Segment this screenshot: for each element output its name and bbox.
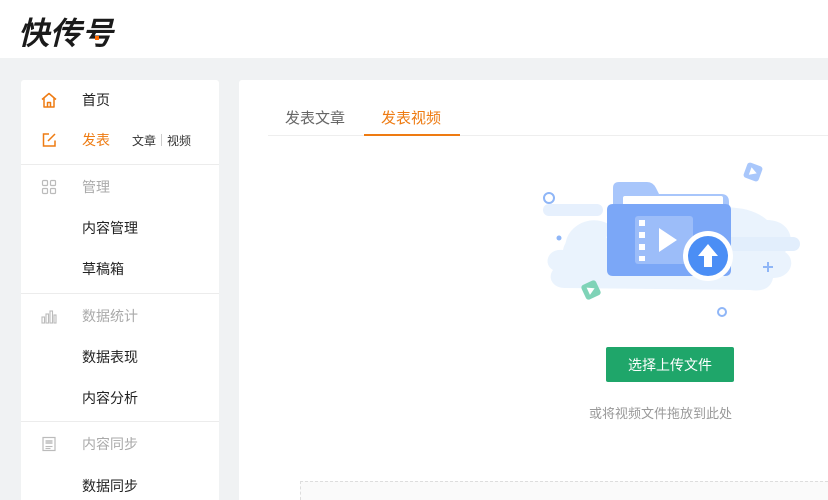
home-icon <box>39 90 59 110</box>
sidebar-item-label: 草稿箱 <box>82 262 124 278</box>
sidebar-group-sync: 内容同步 <box>21 424 219 464</box>
sidebar-divider <box>21 293 219 294</box>
sidebar-item-home[interactable]: 首页 <box>21 80 219 120</box>
sublink-separator <box>161 134 163 146</box>
tab-publish-video[interactable]: 发表视频 <box>381 107 441 128</box>
sidebar-group-manage: 管理 <box>21 167 219 207</box>
sidebar-group-stats: 数据统计 <box>21 296 219 336</box>
video-upload-illustration <box>543 162 800 317</box>
sidebar-item-label: 内容分析 <box>82 391 138 407</box>
active-tab-underline <box>364 134 460 136</box>
select-upload-file-button[interactable]: 选择上传文件 <box>606 347 734 382</box>
sidebar-item-label: 发表 <box>82 133 110 149</box>
sidebar-item-publish[interactable]: 发表 文章 视频 <box>21 120 219 160</box>
brand-logo[interactable]: 快传号 <box>18 8 114 53</box>
sidebar-item-content-manage[interactable]: 内容管理 <box>21 208 219 248</box>
grid-icon <box>39 177 59 197</box>
video-dropzone[interactable] <box>300 481 828 500</box>
publish-tabs: 发表文章 发表视频 <box>268 80 828 136</box>
drag-drop-hint: 或将视频文件拖放到此处 <box>589 407 733 422</box>
sidebar-item-label: 首页 <box>82 93 110 109</box>
sidebar-item-drafts[interactable]: 草稿箱 <box>21 249 219 289</box>
tab-publish-article[interactable]: 发表文章 <box>285 107 345 128</box>
sidebar: 首页 发表 文章 视频 管理 内容管理 草稿箱 数据统计 数据表现 内容分析 内… <box>21 80 219 500</box>
publish-sublinks: 文章 视频 <box>132 132 191 149</box>
sidebar-item-label: 数据表现 <box>82 350 138 366</box>
sidebar-item-label: 数据同步 <box>82 479 138 495</box>
sidebar-group-label: 数据统计 <box>82 309 138 325</box>
sidebar-item-label: 内容管理 <box>82 221 138 237</box>
sidebar-group-label: 管理 <box>82 180 110 196</box>
top-bar: 快传号 <box>0 0 828 58</box>
sidebar-divider <box>21 164 219 165</box>
sublink-video[interactable]: 视频 <box>167 132 191 149</box>
edit-icon <box>39 130 59 150</box>
bar-chart-icon <box>39 306 59 326</box>
sidebar-item-content-analysis[interactable]: 内容分析 <box>21 378 219 418</box>
logo-accent-dot <box>95 36 99 40</box>
sidebar-group-label: 内容同步 <box>82 437 138 453</box>
sidebar-item-data-sync[interactable]: 数据同步 <box>21 466 219 500</box>
document-icon <box>39 434 59 454</box>
sidebar-item-data-performance[interactable]: 数据表现 <box>21 337 219 377</box>
sublink-article[interactable]: 文章 <box>132 132 156 149</box>
sidebar-divider <box>21 421 219 422</box>
